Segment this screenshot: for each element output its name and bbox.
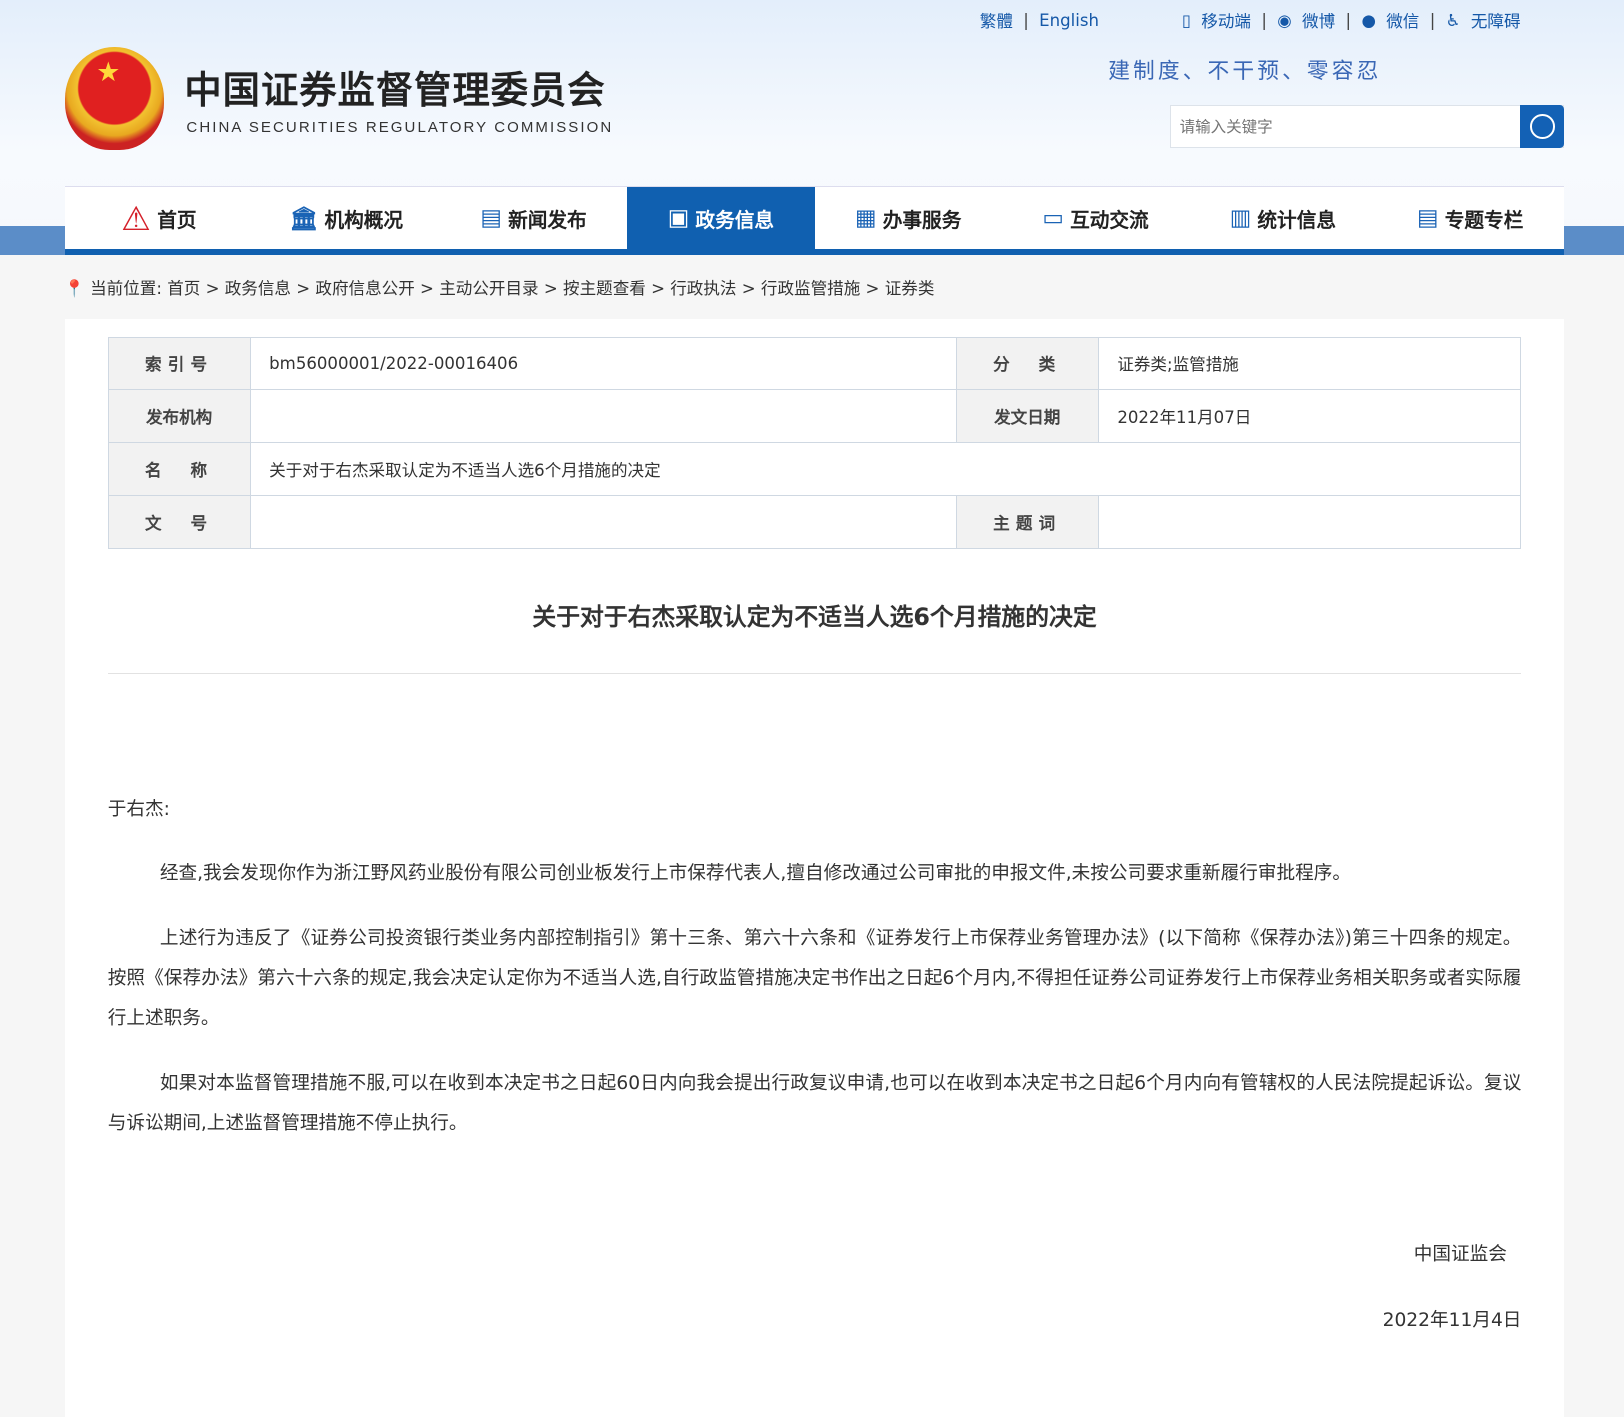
breadcrumb-item[interactable]: 行政执法 xyxy=(670,279,736,298)
chat-icon: ▭ xyxy=(1042,205,1064,232)
nav-statistics[interactable]: ▥ 统计信息 xyxy=(1189,187,1376,248)
home-logo-icon: ⚠ xyxy=(121,198,151,238)
wechat-link[interactable]: 微信 xyxy=(1386,8,1419,32)
accessibility-link[interactable]: 无障碍 xyxy=(1471,8,1521,32)
search-icon xyxy=(1529,113,1555,139)
monitor-icon: ▣ xyxy=(667,205,690,232)
document-meta-table: 索引号 bm56000001/2022-00016406 分 类 证券类;监管措… xyxy=(107,336,1522,549)
national-emblem-logo: ★ xyxy=(65,46,164,151)
nav-band-left xyxy=(0,225,66,255)
traditional-link[interactable]: 繁體 xyxy=(980,8,1013,32)
paragraph: 上述行为违反了《证券公司投资银行类业务内部控制指引》第十三条、第六十六条和《证券… xyxy=(107,927,1522,1030)
keyword-value xyxy=(1097,494,1522,549)
search-button[interactable] xyxy=(1520,104,1564,149)
accessibility-icon: ♿ xyxy=(1445,10,1461,30)
search-input[interactable] xyxy=(1171,105,1514,150)
nav-label: 互动交流 xyxy=(1070,208,1149,232)
category-label: 分 类 xyxy=(955,336,1099,391)
nav-government-info[interactable]: ▣ 政务信息 xyxy=(627,187,815,249)
salutation: 于右杰: xyxy=(107,799,170,821)
nav-label: 政务信息 xyxy=(695,208,775,232)
wechat-icon: ● xyxy=(1361,10,1376,30)
index-label: 索引号 xyxy=(107,336,251,391)
divider xyxy=(107,673,1522,675)
name-value: 关于对于右杰采取认定为不适当人选6个月措施的决定 xyxy=(249,442,1522,496)
breadcrumb: 📍 当前位置: 首页 > 政务信息 > 政府信息公开 > 主动公开目录 > 按主… xyxy=(64,279,935,299)
bar-chart-icon: ▥ xyxy=(1229,205,1252,232)
nav-label: 机构概况 xyxy=(324,208,404,232)
document-date: 2022年11月4日 xyxy=(1382,1309,1522,1331)
breadcrumb-item[interactable]: 按主题查看 xyxy=(563,279,646,298)
nav-news[interactable]: ▤ 新闻发布 xyxy=(440,187,627,248)
name-label: 名 称 xyxy=(107,442,251,496)
service-icon: ▦ xyxy=(855,205,877,232)
nav-label: 专题专栏 xyxy=(1444,208,1524,232)
site-title: 中国证券监督管理委员会 xyxy=(184,68,606,113)
main-nav: ⚠ 首页 🏛 机构概况 ▤ 新闻发布 ▣ 政务信息 ▦ 办事服务 ▭ 互动交流 ▥ 统计信息 … xyxy=(65,186,1564,255)
breadcrumb-item[interactable]: 主动公开目录 xyxy=(439,279,538,298)
nav-home[interactable]: ⚠ 首页 xyxy=(65,187,252,248)
building-icon: 🏛 xyxy=(289,205,319,232)
nav-band-right xyxy=(1563,225,1624,255)
issuer-value xyxy=(249,389,957,444)
keyword-label: 主题词 xyxy=(955,494,1099,549)
breadcrumb-item[interactable]: 首页 xyxy=(167,279,200,298)
breadcrumb-item[interactable]: 政务信息 xyxy=(225,279,291,298)
site-subtitle: CHINA SECURITIES REGULATORY COMMISSION xyxy=(186,119,614,137)
breadcrumb-item[interactable]: 证券类 xyxy=(885,279,935,298)
nav-about[interactable]: 🏛 机构概况 xyxy=(253,187,440,248)
paragraph: 如果对本监督管理措施不服,可以在收到本决定书之日起60日内向我会提出行政复议申请… xyxy=(107,1072,1522,1134)
docno-value xyxy=(249,494,957,549)
docno-label: 文 号 xyxy=(107,494,251,549)
date-label: 发文日期 xyxy=(955,389,1099,444)
document-body: 于右杰: 经查,我会发现你作为浙江野风药业股份有限公司创业板发行上市保荐代表人,… xyxy=(108,790,1522,1168)
content-panel: 索引号 bm56000001/2022-00016406 分 类 证券类;监管措… xyxy=(65,318,1564,1417)
document-icon: ▤ xyxy=(1417,205,1439,232)
category-value: 证券类;监管措施 xyxy=(1097,336,1522,391)
search-box xyxy=(1170,104,1564,150)
breadcrumb-prefix: 当前位置: xyxy=(90,279,162,299)
slogan: 建制度、不干预、零容忍 xyxy=(1108,58,1382,84)
nav-topics[interactable]: ▤ 专题专栏 xyxy=(1377,187,1564,248)
signature: 中国证监会 xyxy=(1413,1243,1507,1265)
location-pin-icon: 📍 xyxy=(64,279,85,299)
date-value: 2022年11月07日 xyxy=(1097,389,1522,444)
issuer-label: 发布机构 xyxy=(107,389,251,444)
nav-label: 首页 xyxy=(157,208,197,232)
weibo-icon: ◉ xyxy=(1277,10,1292,30)
nav-interaction[interactable]: ▭ 互动交流 xyxy=(1002,187,1189,248)
index-value: bm56000001/2022-00016406 xyxy=(249,336,957,391)
mobile-icon: ▯ xyxy=(1181,10,1191,30)
nav-label: 办事服务 xyxy=(882,208,962,232)
top-links: 繁體 | English ▯ 移动端 | ◉ 微博 | ● 微信 | ♿ 无障碍 xyxy=(980,8,1521,32)
mobile-link[interactable]: 移动端 xyxy=(1201,8,1251,32)
document-title: 关于对于右杰采取认定为不适当人选6个月措施的决定 xyxy=(532,602,1097,631)
news-icon: ▤ xyxy=(480,205,502,232)
breadcrumb-item[interactable]: 政府信息公开 xyxy=(315,279,414,298)
breadcrumb-item[interactable]: 行政监管措施 xyxy=(761,279,860,298)
english-link[interactable]: English xyxy=(1039,11,1099,30)
nav-services[interactable]: ▦ 办事服务 xyxy=(815,187,1002,248)
paragraph: 经查,我会发现你作为浙江野风药业股份有限公司创业板发行上市保荐代表人,擅自修改通… xyxy=(159,863,1352,885)
nav-label: 统计信息 xyxy=(1257,208,1337,232)
weibo-link[interactable]: 微博 xyxy=(1302,8,1335,32)
nav-label: 新闻发布 xyxy=(508,208,587,232)
